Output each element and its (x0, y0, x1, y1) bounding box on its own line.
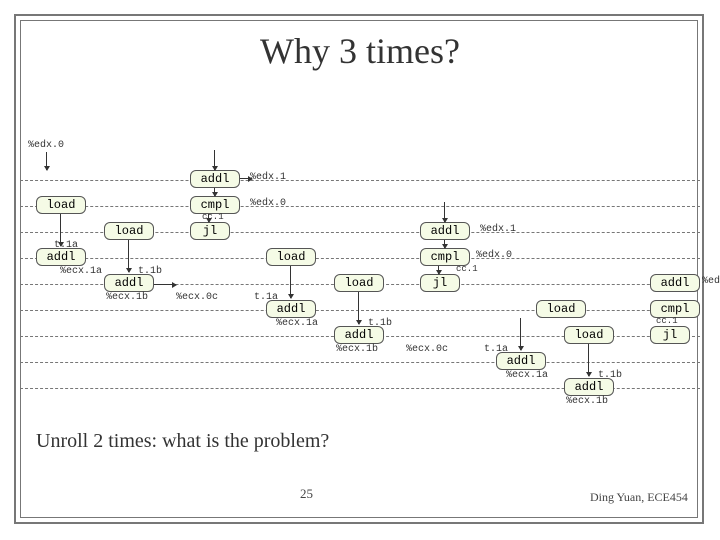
op-load: load (36, 196, 86, 214)
page-number: 25 (300, 486, 313, 502)
label-ecx0c: %ecx.0c (176, 292, 218, 303)
op-jl: jl (420, 274, 460, 292)
label-edx1: %edx.1 (480, 224, 516, 235)
cycle-line (20, 258, 700, 259)
label-edx: %edx. (702, 276, 720, 287)
slide-credit: Ding Yuan, ECE454 (590, 490, 688, 505)
label-ecx1b: %ecx.1b (106, 292, 148, 303)
label-ecx1b: %ecx.1b (566, 396, 608, 407)
dep-arrow (438, 266, 439, 274)
op-addl: addl (564, 378, 614, 396)
pipeline-diagram: %edx.0 addl %edx.1 load cmpl %edx.0 cc.1… (0, 0, 720, 540)
dep-arrow (290, 266, 291, 298)
label-ecx1a: %ecx.1a (276, 318, 318, 329)
dep-arrow (208, 214, 209, 222)
label-ecx1a: %ecx.1a (60, 266, 102, 277)
op-addl: addl (334, 326, 384, 344)
op-load: load (334, 274, 384, 292)
op-jl: jl (190, 222, 230, 240)
cycle-line (20, 310, 700, 311)
label-cc1: cc.1 (656, 316, 678, 326)
op-addl: addl (36, 248, 86, 266)
label-edx0: %edx.0 (476, 250, 512, 261)
cycle-line (20, 362, 700, 363)
dep-arrow (128, 240, 129, 272)
cycle-line (20, 180, 700, 181)
op-addl: addl (420, 222, 470, 240)
dep-arrow (46, 152, 47, 170)
label-cc1: cc.1 (456, 264, 478, 274)
dep-arrow (520, 318, 521, 350)
dep-arrow (154, 284, 176, 285)
op-load: load (536, 300, 586, 318)
dep-arrow (444, 240, 445, 248)
op-addl: addl (266, 300, 316, 318)
slide-subtitle: Unroll 2 times: what is the problem? (36, 430, 329, 453)
dep-arrow (444, 202, 445, 222)
dep-arrow (60, 214, 61, 246)
label-ecx1a: %ecx.1a (506, 370, 548, 381)
op-addl: addl (190, 170, 240, 188)
op-addl: addl (496, 352, 546, 370)
op-load: load (266, 248, 316, 266)
label-edx0: %edx.0 (28, 140, 64, 151)
op-addl: addl (650, 274, 700, 292)
op-load: load (104, 222, 154, 240)
op-jl: jl (650, 326, 690, 344)
label-edx1: %edx.1 (250, 172, 286, 183)
label-ecx0c: %ecx.0c (406, 344, 448, 355)
cycle-line (20, 206, 700, 207)
label-ecx1b: %ecx.1b (336, 344, 378, 355)
dep-arrow (240, 178, 252, 179)
dep-arrow (214, 150, 215, 170)
dep-arrow (214, 188, 215, 196)
op-addl: addl (104, 274, 154, 292)
label-edx0: %edx.0 (250, 198, 286, 209)
dep-arrow (358, 292, 359, 324)
op-load: load (564, 326, 614, 344)
dep-arrow (588, 344, 589, 376)
